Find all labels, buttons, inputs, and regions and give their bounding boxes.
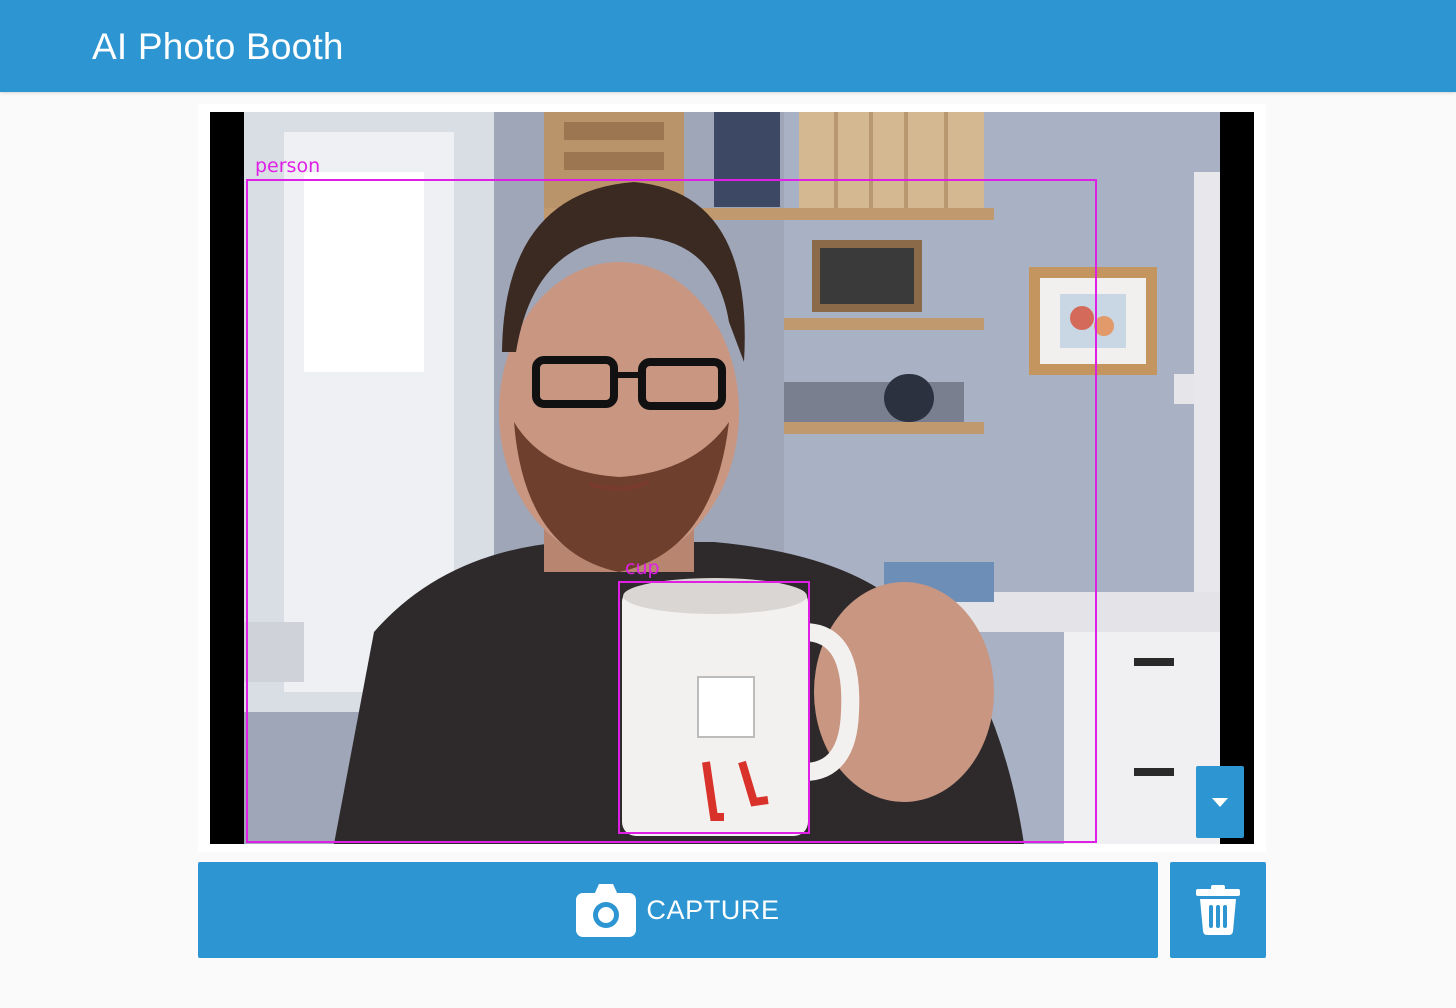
caret-down-icon: [1212, 798, 1228, 807]
camera-feed: [244, 112, 1220, 844]
person-detection-label: person: [255, 155, 321, 177]
app-bar: AI Photo Booth: [0, 0, 1456, 92]
camera-icon: [576, 884, 637, 937]
trash-icon: [1196, 885, 1240, 935]
capture-button[interactable]: CAPTURE: [198, 862, 1158, 958]
app-title: AI Photo Booth: [92, 26, 344, 67]
cup-detection-label: cup: [625, 557, 660, 579]
capture-label: CAPTURE: [646, 894, 780, 925]
delete-button[interactable]: [1170, 862, 1266, 958]
webcam-photo: [244, 112, 1220, 844]
camera-viewport: person cup: [210, 112, 1254, 844]
camera-menu-toggle[interactable]: [1196, 766, 1244, 838]
